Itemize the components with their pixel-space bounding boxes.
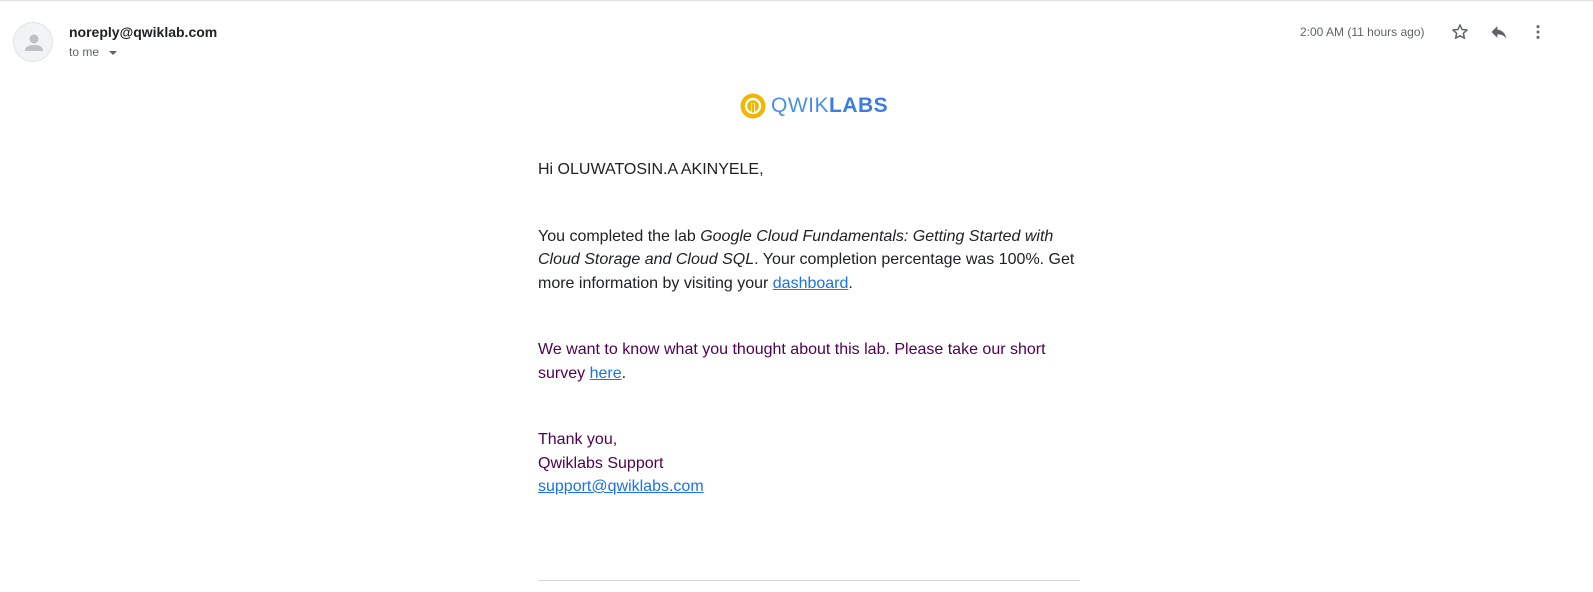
completion-paragraph: You completed the lab Google Cloud Funda…: [538, 225, 1078, 296]
signature-name: Qwiklabs Support: [538, 454, 664, 472]
top-divider: [0, 0, 1593, 3]
sender-avatar[interactable]: [13, 22, 53, 62]
qwiklabs-logo: QWIKLABS: [739, 92, 888, 120]
survey-paragraph: We want to know what you thought about t…: [538, 338, 1078, 385]
email-body: Hi OLUWATOSIN.A AKINYELE, You completed …: [538, 158, 1078, 499]
greeting: Hi OLUWATOSIN.A AKINYELE,: [538, 161, 764, 178]
star-icon: [1452, 24, 1468, 39]
reply-icon: [1491, 26, 1507, 39]
email-timestamp: 2:00 AM (11 hours ago): [1300, 25, 1425, 39]
signature-block: Thank you, Qwiklabs Support support@qwik…: [538, 428, 1078, 499]
logo-text-labs: LABS: [829, 94, 889, 117]
survey-end: .: [621, 364, 627, 382]
recipient-details-toggle[interactable]: to me: [69, 45, 118, 59]
completion-intro: You completed the lab: [538, 227, 701, 245]
more-vert-icon: [1536, 25, 1540, 39]
support-email-link[interactable]: support@qwiklabs.com: [538, 478, 704, 495]
person-icon: [25, 34, 43, 51]
logo-text-qwik: QWIK: [771, 94, 829, 117]
sender-address[interactable]: noreply@qwiklab.com: [69, 24, 217, 40]
signoff: Thank you,: [538, 431, 618, 448]
completion-end: .: [848, 274, 853, 292]
dashboard-link[interactable]: dashboard: [773, 275, 849, 292]
recipient-label: to me: [69, 45, 100, 59]
reply-button[interactable]: [1487, 20, 1511, 44]
footer-divider: [538, 580, 1080, 581]
qwiklabs-logo-icon: [740, 93, 766, 119]
survey-link[interactable]: here: [590, 365, 622, 382]
caret-down-icon: [109, 50, 118, 55]
more-options-button[interactable]: [1526, 20, 1550, 44]
star-button[interactable]: [1448, 20, 1472, 44]
